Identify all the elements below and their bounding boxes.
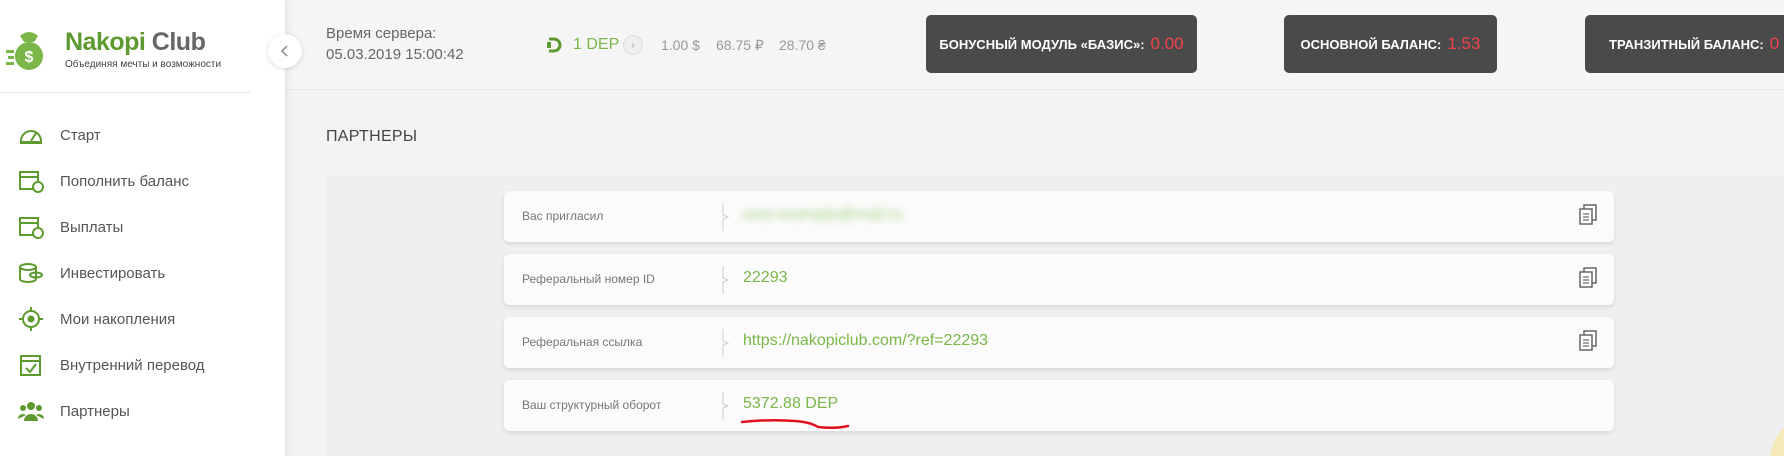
logo[interactable]: $ Nakopi Club Объединяя мечты и возможно… [0, 22, 270, 74]
coins-icon [19, 263, 43, 283]
target-icon [19, 307, 43, 331]
row-label: Реферальный номер ID [522, 272, 655, 286]
people-icon [18, 402, 44, 421]
sidebar-item-label: Инвестировать [60, 264, 166, 282]
server-time-label: Время сервера: [326, 25, 437, 42]
sidebar-item-label: Внутренний перевод [60, 356, 205, 374]
svg-text:$: $ [25, 49, 34, 66]
top-bar: Время сервера: 05.03.2019 15:00:42 1 DEP… [285, 0, 1784, 90]
rate-rub: 68.75 ₽ [716, 37, 764, 53]
main-balance-box[interactable]: ОСНОВНОЙ БАЛАНС: 1.53 [1284, 15, 1497, 73]
divider [0, 92, 250, 93]
dashboard-icon [20, 130, 42, 144]
calendar-clock-icon [19, 217, 44, 239]
separator-icon [722, 392, 730, 420]
sidebar-item-partners[interactable]: Партнеры [0, 391, 285, 431]
page-title: ПАРТНЕРЫ [326, 128, 418, 145]
rate-uah: 28.70 ₴ [779, 37, 826, 53]
referral-id-row: Реферальный номер ID 22293 [504, 254, 1614, 305]
sidebar-item-label: Партнеры [60, 402, 130, 420]
sidebar-item-payouts[interactable]: Выплаты [0, 207, 285, 247]
referral-link-row: Реферальная ссылка https://nakopiclub.co… [504, 317, 1614, 368]
sidebar-item-label: Мои накопления [60, 310, 176, 328]
rates-toggle-button[interactable]: › [623, 35, 643, 55]
structure-turnover-value: 5372.88 DEP [743, 395, 839, 412]
calendar-check-icon [20, 355, 41, 376]
transit-balance-value: 0 [1769, 34, 1780, 53]
money-bag-icon: $ [6, 32, 43, 70]
sidebar-collapse-button[interactable] [268, 34, 302, 68]
sidebar-item-label: Выплаты [60, 218, 124, 236]
copy-icon[interactable] [1578, 204, 1598, 226]
red-underline-annotation [740, 418, 850, 430]
logo-title: Nakopi Club [65, 28, 206, 56]
referral-link[interactable]: https://nakopiclub.com/?ref=22293 [743, 332, 988, 350]
separator-icon [722, 203, 730, 231]
copy-icon[interactable] [1578, 330, 1598, 352]
separator-icon [722, 329, 730, 357]
calendar-add-icon [19, 171, 44, 193]
chevron-left-icon [280, 45, 288, 57]
row-label: Реферальная ссылка [522, 335, 643, 349]
dep-label: 1 DEP [573, 36, 620, 53]
server-time-value: 05.03.2019 15:00:42 [326, 46, 464, 63]
transit-balance-label: ТРАНЗИТНЫЙ БАЛАНС: [1609, 36, 1764, 52]
rate-usd: 1.00 $ [661, 37, 700, 53]
main-balance-label: ОСНОВНОЙ БАЛАНС: [1300, 36, 1442, 52]
copy-icon[interactable] [1578, 267, 1598, 289]
transit-balance-box[interactable]: ТРАНЗИТНЫЙ БАЛАНС: 0 [1585, 15, 1784, 73]
chevron-right-icon: › [631, 39, 635, 51]
row-label: Вас пригласил [522, 209, 604, 223]
structure-turnover-row: Ваш структурный оборот 5372.88 DEP [504, 380, 1614, 431]
logo-tagline: Объединяя мечты и возможности [65, 59, 222, 70]
sidebar-item-start[interactable]: Старт [0, 115, 285, 155]
sidebar-item-transfer[interactable]: Внутренний перевод [0, 345, 285, 385]
decorative-corner-graphic [1770, 428, 1784, 456]
bonus-balance-label: БОНУСНЫЙ МОДУЛЬ «БАЗИС»: [939, 36, 1145, 52]
bonus-balance-value: 0.00 [1150, 34, 1184, 53]
row-label: Ваш структурный оборот [522, 398, 662, 412]
dep-logo-icon [547, 37, 562, 53]
sidebar-item-savings[interactable]: Мои накопления [0, 299, 285, 339]
main-balance-value: 1.53 [1447, 34, 1481, 53]
sidebar-item-label: Пополнить баланс [60, 172, 189, 190]
referrer-email: user.example@mail.ru [743, 206, 903, 223]
sidebar: $ Nakopi Club Объединяя мечты и возможно… [0, 0, 285, 456]
sidebar-item-label: Старт [60, 126, 101, 144]
sidebar-item-topup[interactable]: Пополнить баланс [0, 161, 285, 201]
referrer-row: Вас пригласил user.example@mail.ru [504, 191, 1614, 242]
separator-icon [722, 266, 730, 294]
bonus-balance-box[interactable]: БОНУСНЫЙ МОДУЛЬ «БАЗИС»: 0.00 [926, 15, 1197, 73]
sidebar-item-invest[interactable]: Инвестировать [0, 253, 285, 293]
referral-id: 22293 [743, 269, 788, 286]
